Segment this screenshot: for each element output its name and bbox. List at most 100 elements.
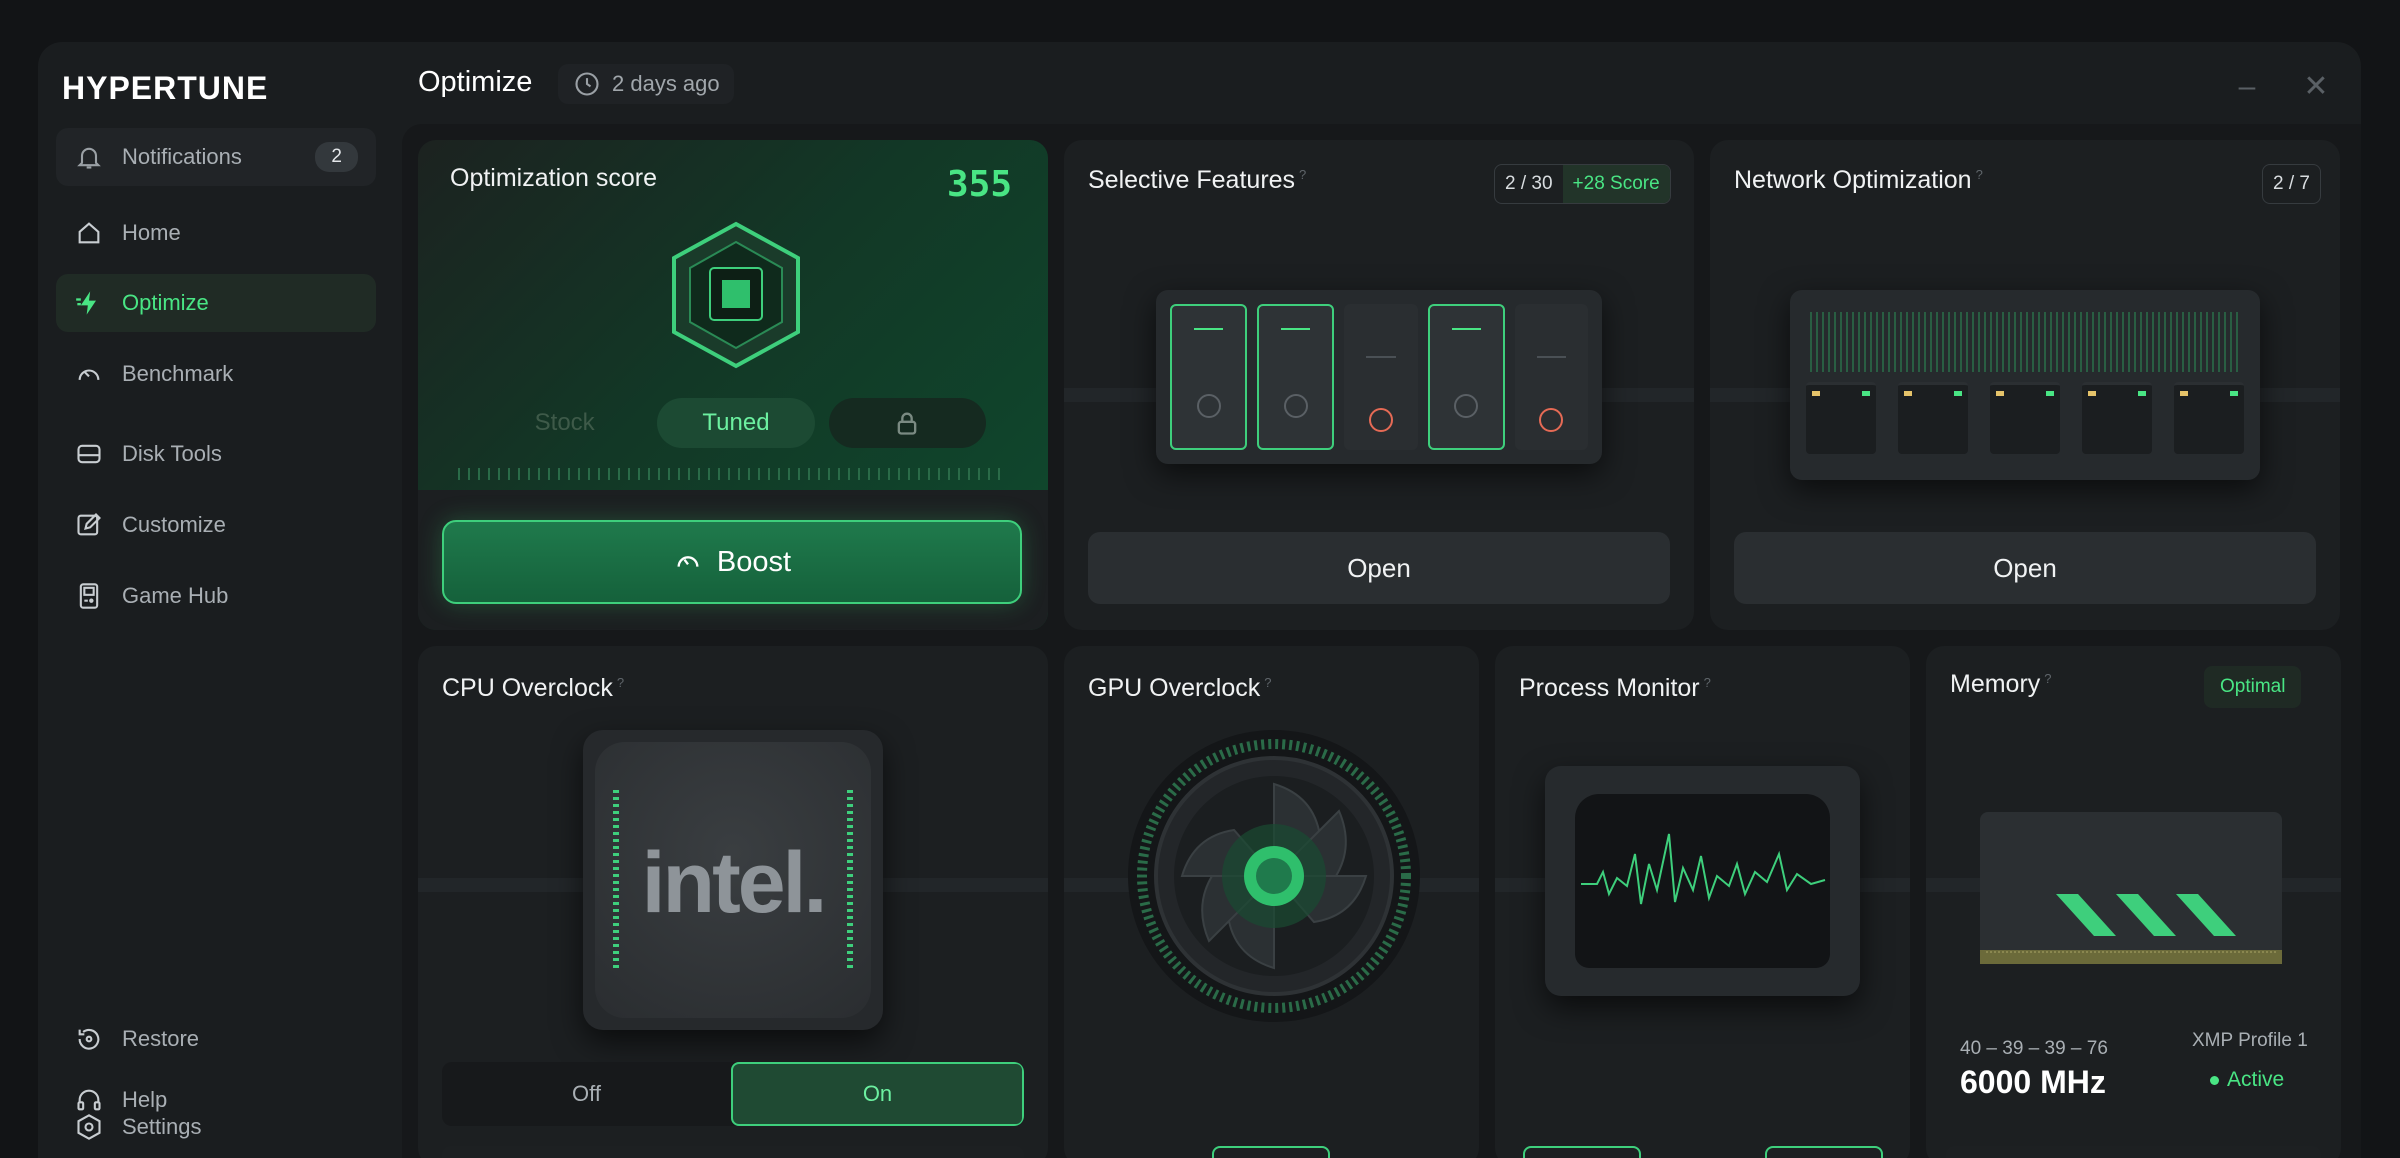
main-content: Optimization score 355 Stock Tuned Boost… [402, 124, 2361, 1158]
signal-bars [1810, 312, 2240, 372]
xmp-profile-label: XMP Profile 1 [2192, 1030, 2308, 1051]
sidebar: HYPERTUNE Notifications 2 Home Optimize … [38, 42, 394, 1158]
selective-features-open-button[interactable]: Open [1088, 532, 1670, 604]
selective-features-card: Selective Features? 2 / 30 +28 Score Ope… [1064, 140, 1694, 630]
memory-extra-control[interactable] [1946, 1146, 2321, 1158]
home-icon [74, 218, 104, 248]
minimize-button[interactable]: – [2232, 72, 2262, 102]
ethernet-port [2082, 382, 2152, 454]
cpu-extra-control[interactable] [442, 1146, 1024, 1158]
card-title: GPU Overclock? [1088, 674, 1272, 703]
features-bonus: +28 Score [1562, 165, 1670, 203]
sidebar-item-label: Game Hub [122, 583, 229, 608]
memory-timings: 40 – 39 – 39 – 76 [1960, 1038, 2108, 1059]
switch-panel [1156, 290, 1602, 464]
sidebar-item-restore[interactable]: Restore [56, 1010, 376, 1068]
gpu-overclock-card: GPU Overclock? [1064, 646, 1479, 1158]
card-title: CPU Overclock? [442, 674, 624, 703]
network-open-button[interactable]: Open [1734, 532, 2316, 604]
last-optimized-label: 2 days ago [612, 71, 720, 96]
restore-icon [74, 1024, 104, 1054]
mode-tuned-option[interactable]: Tuned [657, 398, 815, 448]
help-icon[interactable]: ? [1299, 167, 1306, 182]
mode-selector: Stock Tuned [486, 398, 986, 448]
waveform-icon [1581, 833, 1826, 905]
clock-icon [572, 69, 602, 99]
card-title: Selective Features? [1088, 166, 1306, 195]
sidebar-item-label: Restore [122, 1026, 200, 1051]
sidebar-item-home[interactable]: Home [56, 204, 376, 262]
process-monitor-device [1545, 766, 1860, 996]
network-count-badge: 2 / 7 [2262, 164, 2321, 204]
drive-icon [74, 439, 104, 469]
network-switch-device [1790, 290, 2260, 480]
last-optimized-time: 2 days ago [558, 64, 734, 104]
features-count-badge: 2 / 30 +28 Score [1494, 164, 1671, 204]
notifications-count-badge: 2 [315, 142, 358, 172]
card-title: Process Monitor? [1519, 674, 1711, 703]
cpu-chip-badge-icon [666, 220, 806, 370]
card-title-text: Selective Features [1088, 166, 1296, 194]
sidebar-item-settings[interactable]: Settings [56, 1102, 376, 1152]
ethernet-port [1806, 382, 1876, 454]
page-title: Optimize [418, 66, 533, 98]
help-icon[interactable]: ? [1976, 167, 1983, 182]
edit-icon [74, 510, 104, 540]
card-title: Optimization score [450, 164, 658, 192]
mode-stock-option[interactable]: Stock [486, 398, 643, 448]
help-icon[interactable]: ? [1264, 675, 1271, 690]
sidebar-item-customize[interactable]: Customize [56, 496, 376, 554]
boost-button[interactable]: Boost [442, 520, 1022, 604]
xmp-status: Active [2210, 1068, 2284, 1092]
sidebar-item-label: Customize [122, 512, 226, 537]
feature-switch-off[interactable] [1514, 304, 1589, 450]
sidebar-item-label: Disk Tools [122, 441, 222, 466]
feature-switch-on[interactable] [1257, 304, 1335, 450]
sidebar-item-optimize[interactable]: Optimize [56, 274, 376, 332]
ethernet-port [2174, 382, 2244, 454]
feature-switch-on[interactable] [1427, 304, 1505, 450]
card-title-text: Memory [1950, 670, 2041, 698]
gameboy-icon [74, 581, 104, 611]
sidebar-item-label: Settings [122, 1114, 202, 1139]
tick-scale [458, 468, 1008, 480]
optimization-score-card: Optimization score 355 Stock Tuned Boost [418, 140, 1048, 630]
notifications-button[interactable]: Notifications 2 [56, 128, 376, 186]
sidebar-item-disk-tools[interactable]: Disk Tools [56, 425, 376, 483]
process-monitor-card: Process Monitor? [1495, 646, 1910, 1158]
process-extra-control-2[interactable] [1765, 1146, 1883, 1158]
help-icon[interactable]: ? [2044, 671, 2051, 686]
boost-label: Boost [716, 545, 792, 578]
memory-status-badge: Optimal [2204, 666, 2302, 708]
process-extra-control-1[interactable] [1523, 1146, 1641, 1158]
card-title: Memory? [1950, 670, 2052, 699]
cpu-overclock-card: CPU Overclock? intel. Off On [418, 646, 1048, 1158]
notifications-label: Notifications [122, 144, 242, 169]
feature-switch-on[interactable] [1170, 304, 1248, 450]
lock-icon [892, 408, 922, 438]
sidebar-item-game-hub[interactable]: Game Hub [56, 567, 376, 625]
card-title: Network Optimization? [1734, 166, 1983, 195]
sidebar-item-benchmark[interactable]: Benchmark [56, 345, 376, 403]
help-icon[interactable]: ? [617, 675, 624, 690]
optimization-score-value: 355 [946, 164, 1012, 205]
sidebar-item-label: Optimize [122, 290, 209, 315]
sidebar-item-label: Home [122, 220, 181, 245]
cpu-on-option[interactable]: On [731, 1062, 1024, 1126]
cpu-off-option[interactable]: Off [442, 1062, 731, 1126]
ram-stick-icon [1976, 806, 2286, 966]
app-logo: HYPERTUNE [62, 70, 269, 106]
cpu-overclock-toggle: Off On [442, 1062, 1024, 1126]
sidebar-item-label: Benchmark [122, 361, 234, 386]
ethernet-port [1990, 382, 2060, 454]
card-title-text: Process Monitor [1519, 674, 1700, 702]
help-icon[interactable]: ? [1704, 675, 1711, 690]
feature-switch-off[interactable] [1344, 304, 1418, 450]
bolt-icon [74, 288, 104, 318]
mode-locked-option[interactable] [828, 398, 986, 448]
close-button[interactable]: ✕ [2301, 72, 2331, 102]
xmp-status-label: Active [2227, 1068, 2285, 1091]
gpu-extra-control[interactable] [1212, 1146, 1330, 1158]
card-title-text: Network Optimization [1734, 166, 1972, 194]
gauge-icon [673, 547, 703, 577]
